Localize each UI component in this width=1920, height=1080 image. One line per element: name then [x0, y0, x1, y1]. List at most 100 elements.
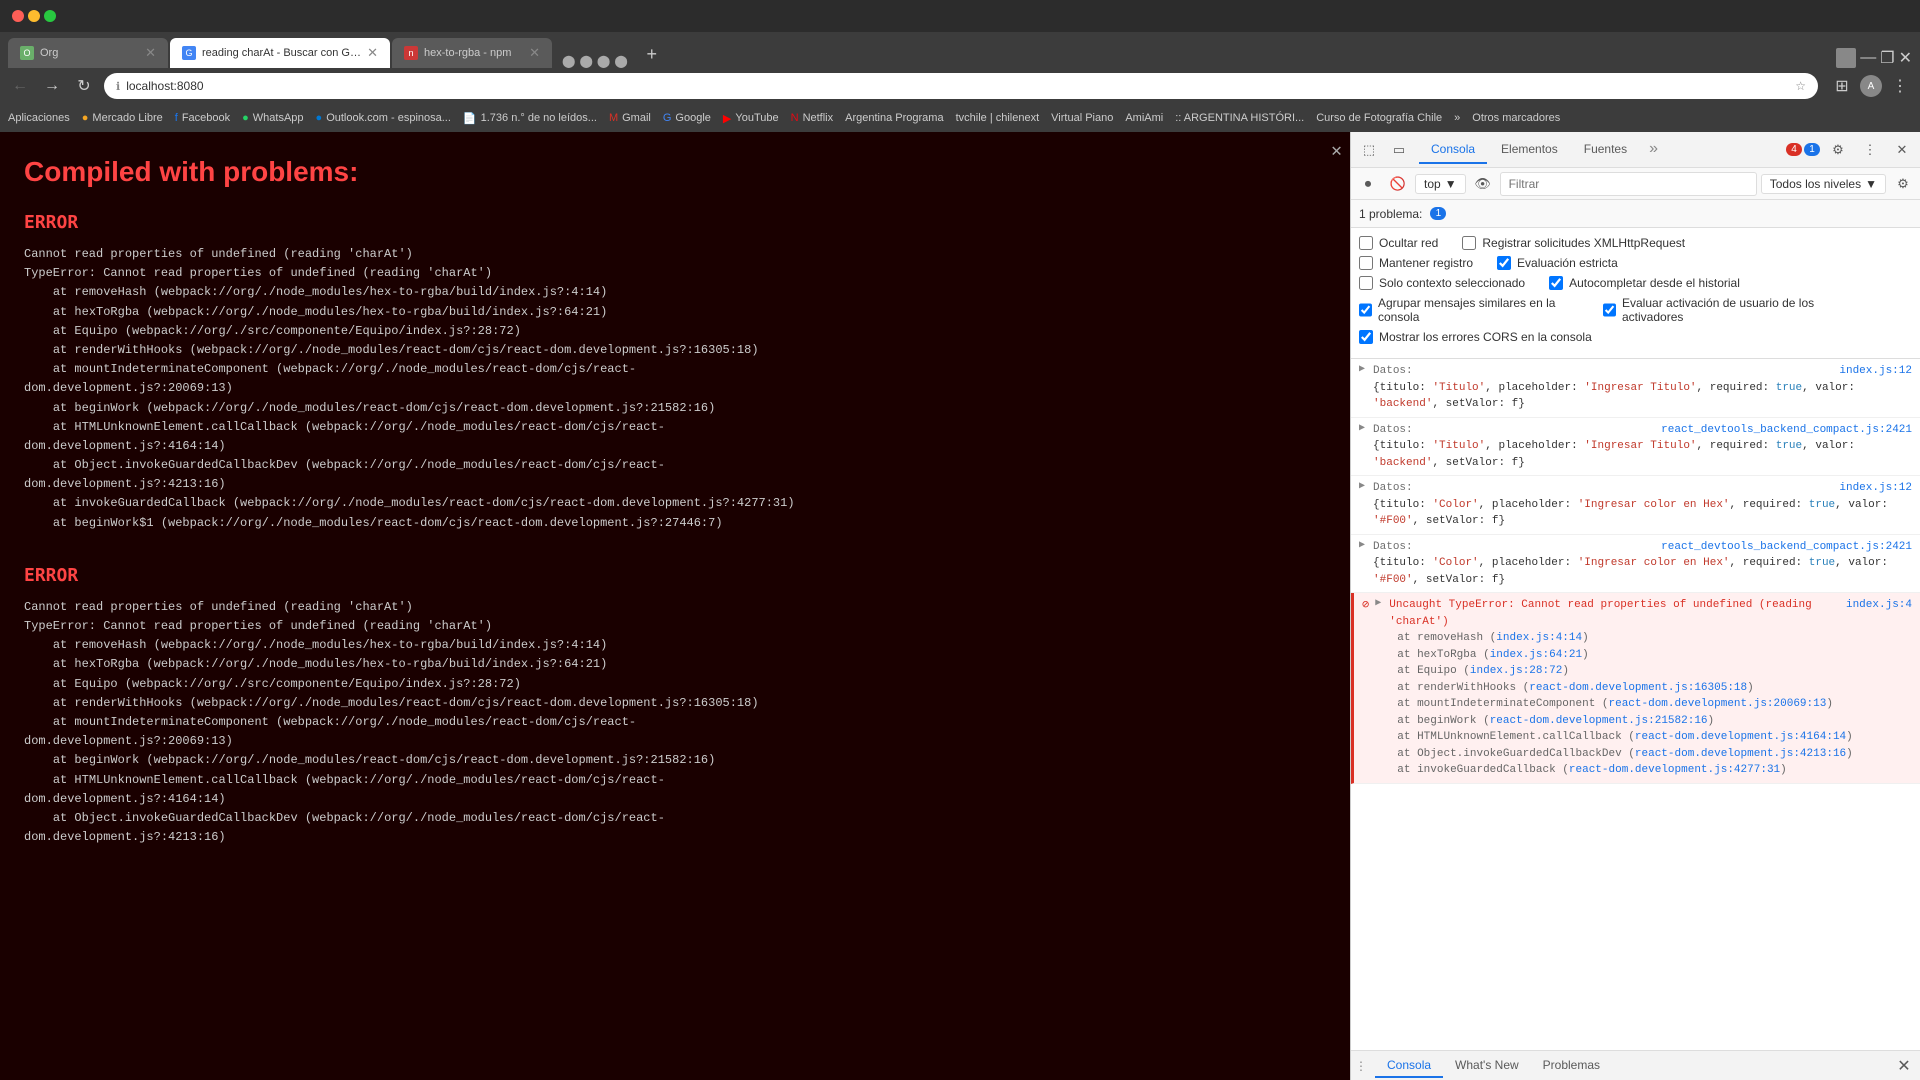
tab-fuentes[interactable]: Fuentes — [1572, 136, 1639, 164]
extensions-icon[interactable]: ⊞ — [1830, 74, 1854, 98]
checkbox-cors[interactable]: Mostrar los errores CORS en la consola — [1359, 330, 1592, 344]
top-context-selector[interactable]: top ▼ — [1415, 174, 1466, 194]
link-renderwithhooks[interactable]: react-dom.development.js:16305:18 — [1529, 682, 1747, 694]
error-close-button[interactable]: ✕ — [1331, 140, 1342, 161]
log-filename-4[interactable]: react_devtools_backend_compact.js:2421 — [1661, 539, 1912, 556]
menu-button[interactable]: ⋮ — [1888, 74, 1912, 98]
log-content-2: Datos: react_devtools_backend_compact.js… — [1373, 422, 1912, 472]
checkbox-agrupar[interactable]: Agrupar mensajes similares en la consola — [1359, 296, 1579, 324]
tab-1[interactable]: O Org ✕ — [8, 38, 168, 68]
tab-3[interactable]: n hex-to-rgba - npm ✕ — [392, 38, 552, 68]
bottom-expand-icon[interactable]: ⋮ — [1355, 1059, 1367, 1073]
bottom-tab-whatsnew[interactable]: What's New — [1443, 1054, 1531, 1078]
log-filename-1[interactable]: index.js:12 — [1839, 363, 1912, 380]
bookmark-star-icon[interactable]: ☆ — [1795, 79, 1806, 93]
bookmark-piano[interactable]: Virtual Piano — [1051, 112, 1113, 124]
log-expand-4[interactable]: ▶ — [1359, 539, 1365, 551]
link-equipo[interactable]: index.js:28:72 — [1470, 665, 1562, 677]
console-filter-input[interactable] — [1500, 172, 1757, 196]
devtools-menu-button[interactable]: ⋮ — [1856, 136, 1884, 164]
link-hextorgba[interactable]: index.js:64:21 — [1490, 649, 1582, 661]
bookmark-fotografia[interactable]: Curso de Fotografía Chile — [1316, 112, 1442, 124]
bookmark-mercadolibre[interactable]: ● Mercado Libre — [82, 112, 163, 124]
tab-2-close[interactable]: ✕ — [367, 45, 378, 61]
bookmark-tvchile[interactable]: tvchile | chilenext — [956, 112, 1040, 124]
maximize-window-btn[interactable] — [44, 10, 56, 22]
bookmark-unread[interactable]: 📄 1.736 n.° de no leídos... — [463, 112, 597, 125]
restore-btn[interactable]: ❐ — [1880, 48, 1894, 68]
log-filename-3[interactable]: index.js:12 — [1839, 480, 1912, 497]
link-mountindeterminate[interactable]: react-dom.development.js:20069:13 — [1609, 698, 1827, 710]
reload-button[interactable]: ↻ — [72, 74, 96, 98]
checkbox-ocultar-red[interactable]: Ocultar red — [1359, 236, 1438, 250]
inspect-element-button[interactable]: ⬚ — [1355, 136, 1383, 164]
bookmark-more[interactable]: » — [1454, 112, 1460, 124]
checkbox-registrar[interactable]: Registrar solicitudes XMLHttpRequest — [1462, 236, 1685, 250]
bookmark-argentina-hist[interactable]: :: ARGENTINA HISTÓRI... — [1175, 112, 1304, 124]
tab-3-close[interactable]: ✕ — [529, 45, 540, 61]
log-expand-3[interactable]: ▶ — [1359, 480, 1365, 492]
device-toolbar-button[interactable]: ▭ — [1385, 136, 1413, 164]
bottom-tab-problemas[interactable]: Problemas — [1531, 1054, 1612, 1078]
log-filename-error[interactable]: index.js:4 — [1846, 597, 1912, 614]
gmail-icon: M — [609, 112, 618, 124]
profile-avatar[interactable]: A — [1860, 75, 1882, 97]
link-callcallback[interactable]: react-dom.development.js:4164:14 — [1635, 731, 1846, 743]
tab-1-close[interactable]: ✕ — [145, 45, 156, 61]
new-tab-button[interactable]: + — [638, 40, 666, 68]
checkbox-solo-contexto[interactable]: Solo contexto seleccionado — [1359, 276, 1525, 290]
problems-count: 1 — [1430, 207, 1446, 220]
console-settings-gear[interactable]: ⚙ — [1890, 171, 1916, 197]
bookmark-others[interactable]: Otros marcadores — [1472, 112, 1560, 124]
console-level-selector[interactable]: Todos los niveles ▼ — [1761, 174, 1886, 194]
address-bar[interactable]: ℹ localhost:8080 ☆ — [104, 73, 1818, 99]
devtools-close-button[interactable]: ✕ — [1888, 136, 1916, 164]
minimize-window-btn[interactable] — [28, 10, 40, 22]
youtube-icon: ▶ — [723, 112, 731, 125]
bookmark-gmail[interactable]: M Gmail — [609, 112, 651, 124]
minimize-btn[interactable]: — — [1860, 49, 1876, 67]
console-clear-button[interactable]: 🚫 — [1385, 171, 1411, 197]
bookmark-argprograma[interactable]: Argentina Programa — [845, 112, 943, 124]
tab-more[interactable]: » — [1641, 134, 1666, 166]
bookmark-amiami[interactable]: AmiAmi — [1125, 112, 1163, 124]
outlook-icon: ● — [316, 112, 323, 124]
log-filename-2[interactable]: react_devtools_backend_compact.js:2421 — [1661, 422, 1912, 439]
close-btn[interactable]: ✕ — [1899, 48, 1912, 68]
console-record-button[interactable]: ⏺ — [1355, 171, 1381, 197]
checkbox-mantener[interactable]: Mantener registro — [1359, 256, 1473, 270]
checkbox-evaluar-activacion[interactable]: Evaluar activación de usuario de los act… — [1603, 296, 1823, 324]
bookmark-youtube[interactable]: ▶ YouTube — [723, 112, 779, 125]
checkbox-autocompletar[interactable]: Autocompletar desde el historial — [1549, 276, 1740, 290]
profile-icon[interactable] — [1836, 48, 1856, 68]
bookmark-aplicaciones[interactable]: Aplicaciones — [8, 112, 70, 124]
link-invokeguarded2[interactable]: react-dom.development.js:4277:31 — [1569, 764, 1780, 776]
level-label: Todos los niveles — [1770, 177, 1861, 191]
close-window-btn[interactable] — [12, 10, 24, 22]
bottom-tab-consola[interactable]: Consola — [1375, 1054, 1443, 1078]
bookmark-outlook[interactable]: ● Outlook.com - espinosa... — [316, 112, 451, 124]
bookmark-netflix[interactable]: N Netflix — [791, 112, 834, 124]
console-eye-button[interactable]: 👁 — [1470, 171, 1496, 197]
checkbox-evaluacion[interactable]: Evaluación estricta — [1497, 256, 1618, 270]
title-bar — [0, 0, 1920, 32]
tab-2[interactable]: G reading charAt - Buscar con Google ✕ — [170, 38, 390, 68]
bookmark-whatsapp[interactable]: ● WhatsApp — [242, 112, 303, 124]
tab-elementos[interactable]: Elementos — [1489, 136, 1570, 164]
error-label-2: ERROR — [24, 565, 1326, 586]
link-beginwork[interactable]: react-dom.development.js:21582:16 — [1490, 715, 1708, 727]
devtools-settings-button[interactable]: ⚙ — [1824, 136, 1852, 164]
log-expand-2[interactable]: ▶ — [1359, 422, 1365, 434]
link-invokeguarded[interactable]: react-dom.development.js:4213:16 — [1635, 748, 1846, 760]
bookmarks-bar: Aplicaciones ● Mercado Libre f Facebook … — [0, 104, 1920, 132]
link-removehash[interactable]: index.js:4:14 — [1496, 632, 1582, 644]
log-content-1: Datos: index.js:12 {titulo: 'Titulo', pl… — [1373, 363, 1912, 413]
tab-consola[interactable]: Consola — [1419, 136, 1487, 164]
log-expand-error[interactable]: ▶ — [1375, 597, 1381, 609]
forward-button[interactable]: → — [40, 74, 64, 98]
bookmark-google[interactable]: G Google — [663, 112, 711, 124]
log-expand-1[interactable]: ▶ — [1359, 363, 1365, 375]
bookmark-facebook[interactable]: f Facebook — [175, 112, 230, 124]
back-button[interactable]: ← — [8, 74, 32, 98]
bottom-close-button[interactable]: ✕ — [1892, 1054, 1916, 1078]
